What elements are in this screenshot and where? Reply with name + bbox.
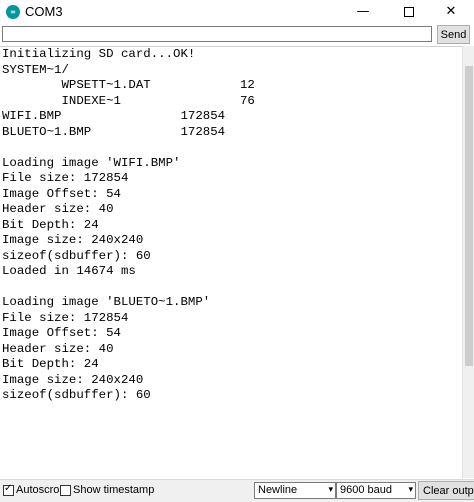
output-line: sizeof(sdbuffer): 60 xyxy=(2,248,151,263)
title-bar: ∞ COM3 — ✕ xyxy=(0,0,474,24)
close-button[interactable]: ✕ xyxy=(428,0,474,24)
window-title: COM3 xyxy=(25,4,63,19)
clear-output-button[interactable]: Clear output xyxy=(418,481,474,500)
autoscroll-label: Autoscroll xyxy=(16,484,65,496)
arduino-icon: ∞ xyxy=(6,5,20,19)
footer-bar: Autoscroll Show timestamp Newline ▾ 9600… xyxy=(0,479,474,502)
output-line: Image Offset: 54 xyxy=(2,326,121,340)
output-line: Header size: 40 xyxy=(2,341,114,356)
vertical-scrollbar[interactable] xyxy=(462,46,474,478)
line-ending-value: Newline xyxy=(258,484,298,496)
output-line: WIFI.BMP 172854 xyxy=(2,109,226,123)
chevron-down-icon: ▾ xyxy=(328,485,333,495)
serial-output[interactable]: Initializing SD card...OK! SYSTEM~1/ WPSE… xyxy=(0,46,462,479)
autoscroll-checkbox[interactable] xyxy=(3,483,14,496)
line-ending-select[interactable]: Newline ▾ xyxy=(254,482,336,499)
output-line: Initializing SD card...OK! xyxy=(2,47,196,61)
output-line: Loading image 'WIFI.BMP' xyxy=(2,155,181,170)
baud-rate-select[interactable]: 9600 baud ▾ xyxy=(336,482,416,499)
output-line: Loaded in 14674 ms xyxy=(2,264,136,278)
minimize-button[interactable]: — xyxy=(340,0,386,24)
output-line: INDEXE~1 76 xyxy=(2,93,255,108)
maximize-button[interactable] xyxy=(386,0,432,24)
output-line: Bit Depth: 24 xyxy=(2,357,99,371)
output-line: File size: 172854 xyxy=(2,171,129,185)
output-line: Image size: 240x240 xyxy=(2,372,144,387)
output-line: BLUETO~1.BMP 172854 xyxy=(2,124,226,139)
scrollbar-thumb[interactable] xyxy=(465,66,473,366)
show-timestamp-label: Show timestamp xyxy=(73,484,155,496)
baud-rate-value: 9600 baud xyxy=(340,484,392,496)
output-line: Loading image 'BLUETO~1.BMP' xyxy=(2,295,211,309)
output-line: Header size: 40 xyxy=(2,202,114,216)
output-line: Image size: 240x240 xyxy=(2,233,144,247)
send-bar: Send xyxy=(0,25,474,45)
show-timestamp-checkbox[interactable] xyxy=(60,485,71,496)
output-line: WPSETT~1.DAT 12 xyxy=(2,78,255,92)
output-line: Image Offset: 54 xyxy=(2,186,121,201)
maximize-icon xyxy=(404,6,414,17)
output-line: File size: 172854 xyxy=(2,310,129,325)
output-line: sizeof(sdbuffer): 60 xyxy=(2,388,151,402)
chevron-down-icon: ▾ xyxy=(408,485,413,495)
output-line: SYSTEM~1/ xyxy=(2,62,69,77)
output-line: Bit Depth: 24 xyxy=(2,217,99,232)
send-input[interactable] xyxy=(2,26,432,42)
send-button[interactable]: Send xyxy=(437,25,470,44)
